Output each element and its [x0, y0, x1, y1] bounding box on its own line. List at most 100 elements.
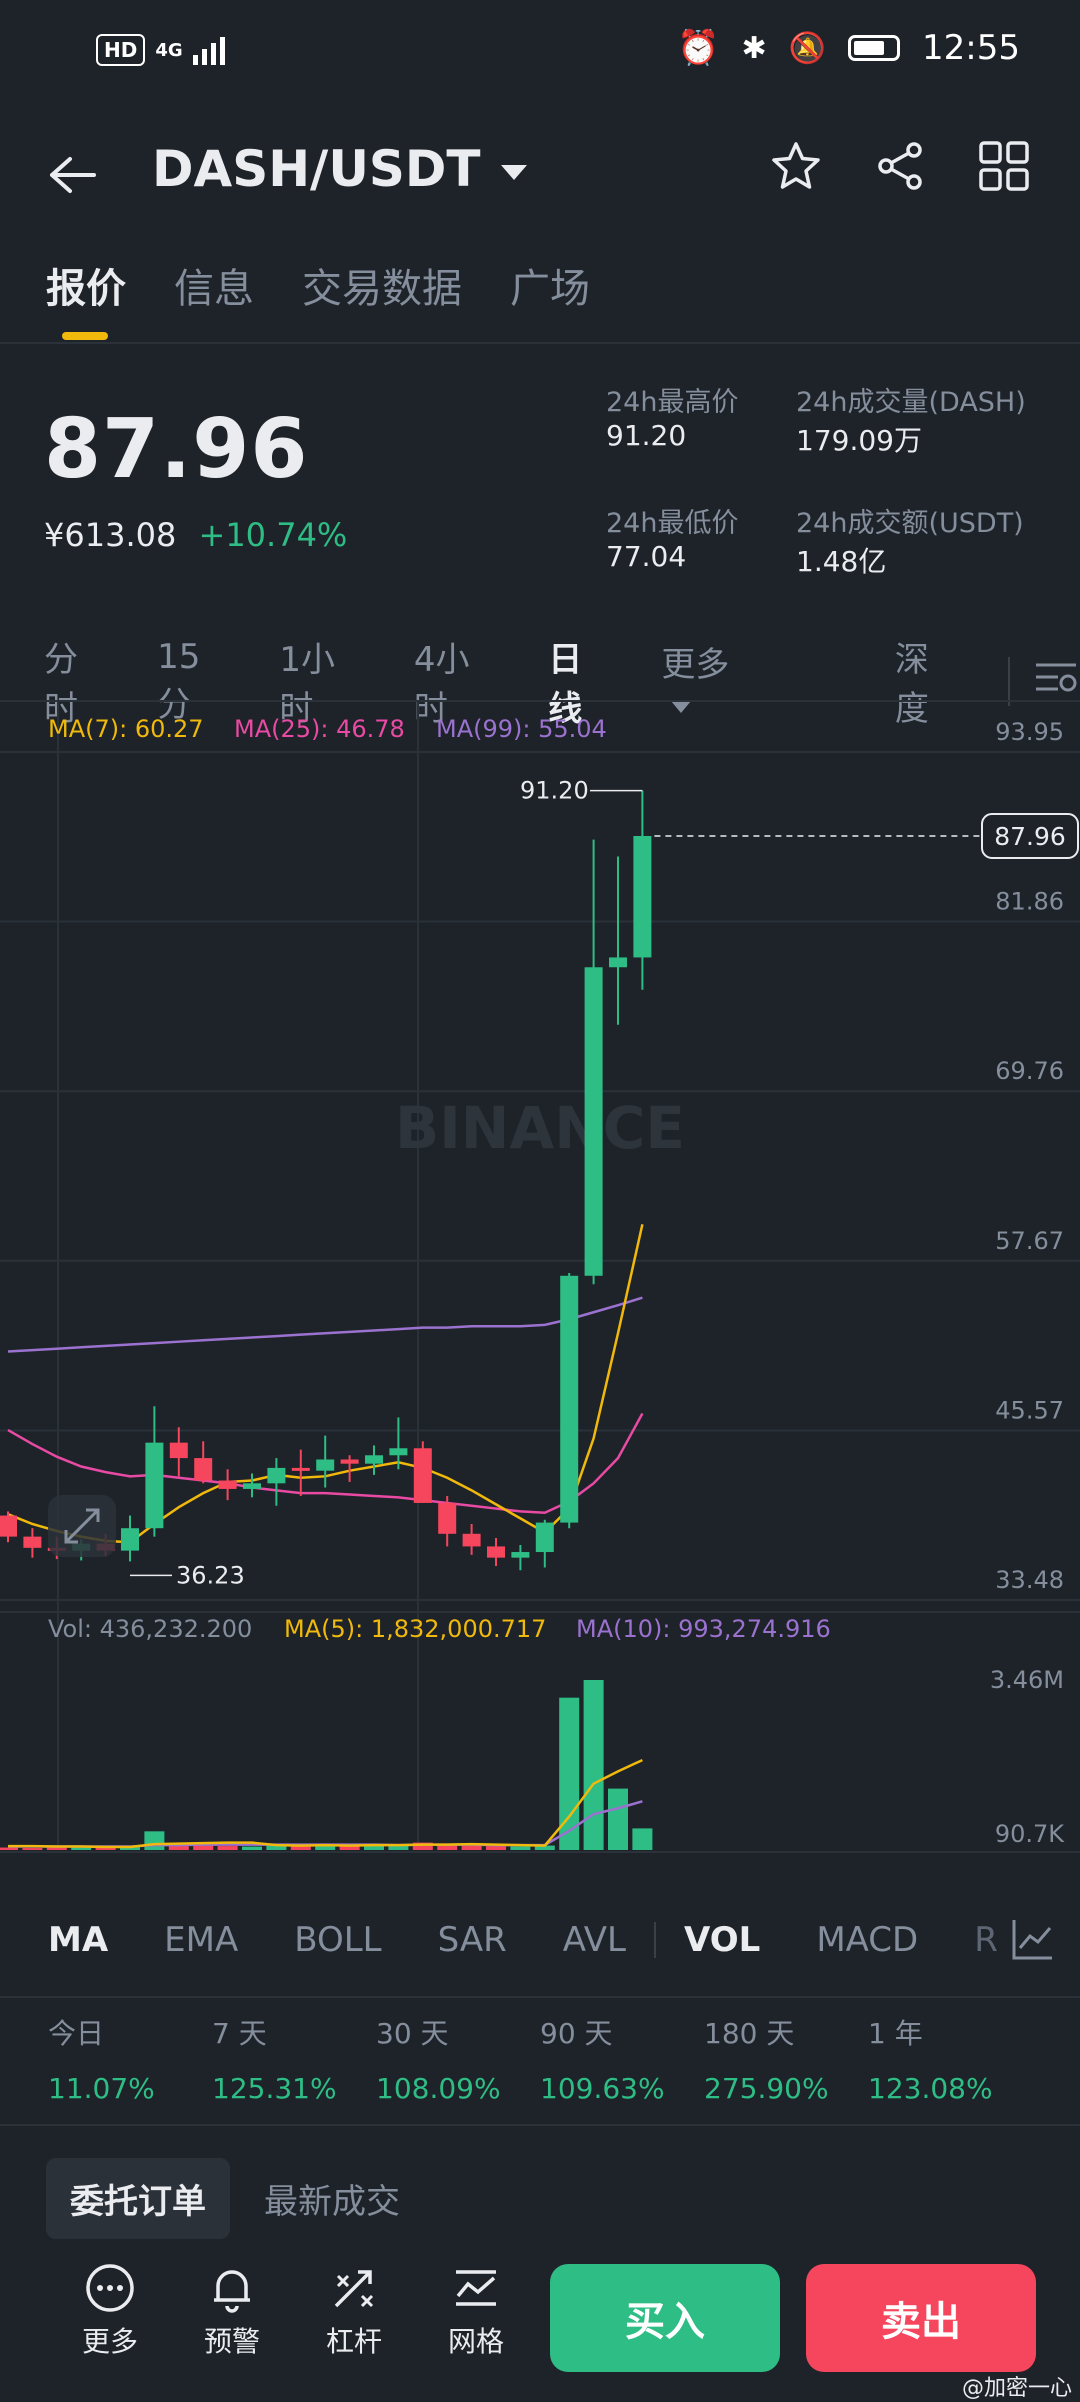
perf-label: 180 天	[704, 2017, 795, 2050]
y-tick-label: 45.57	[995, 1396, 1064, 1424]
indicator-tabs: MA EMA BOLL SAR AVL VOL MACD R	[48, 1920, 998, 1960]
nav-leverage[interactable]: 杠杆	[314, 2262, 394, 2360]
star-icon[interactable]	[770, 140, 822, 205]
high-marker-label: 91.20	[520, 777, 589, 805]
perf-label: 90 天	[540, 2017, 613, 2050]
y-tick-label: 81.86	[995, 888, 1064, 916]
vol-tick-label: 90.7K	[995, 1820, 1065, 1848]
volume-bar	[0, 1847, 18, 1850]
y-tick-label: 93.95	[995, 718, 1064, 746]
status-bar: HD 4G ⏰ ✱ 🔕 12:55	[0, 0, 1080, 100]
indicator-boll[interactable]: BOLL	[294, 1920, 381, 1960]
nav-grid[interactable]: 网格	[436, 2262, 516, 2360]
indicator-vol[interactable]: VOL	[684, 1920, 760, 1960]
share-icon[interactable]	[874, 140, 926, 205]
bottom-nav: 更多 预警 杠杆 网格	[70, 2262, 516, 2360]
performance-row: 今日 11.07% 7 天 125.31% 30 天 108.09% 90 天 109.…	[48, 2012, 1032, 2105]
sell-button[interactable]: 卖出	[806, 2264, 1036, 2372]
candle-body	[145, 1442, 164, 1529]
chevron-down-icon	[500, 164, 527, 180]
volume-bar	[217, 1846, 238, 1850]
order-tabs: 委托订单 最新成交	[46, 2158, 400, 2239]
candle-body	[633, 836, 652, 958]
more-dots-icon	[70, 2262, 150, 2320]
indicator-ma[interactable]: MA	[48, 1920, 108, 1960]
perf-value: 109.63%	[540, 2072, 665, 2105]
network-type: 4G	[155, 39, 183, 61]
nav-more[interactable]: 更多	[70, 2262, 150, 2360]
vol-tick-label: 3.46M	[990, 1666, 1064, 1694]
signal-icon	[192, 35, 225, 65]
low-label: 24h最低价	[606, 508, 739, 539]
nav-alert-label: 预警	[203, 2325, 260, 2358]
candle-body	[365, 1455, 383, 1464]
ma99-line	[7, 1296, 643, 1353]
volume-bar	[95, 1848, 116, 1850]
indicator-avl[interactable]: AVL	[563, 1920, 626, 1960]
perf-label: 7 天	[212, 2017, 267, 2050]
volume-bar	[632, 1828, 653, 1850]
header-actions	[770, 140, 1030, 205]
volume-bar	[46, 1847, 67, 1850]
ma-legend: MA(25): 46.78	[234, 715, 405, 743]
perf-value: 275.90%	[704, 2072, 829, 2105]
ma7-line	[7, 1224, 644, 1544]
perf-label: 30 天	[376, 2017, 449, 2050]
tab-open-orders[interactable]: 委托订单	[46, 2158, 230, 2239]
tab-trading-data[interactable]: 交易数据	[302, 256, 462, 314]
binance-watermark: BINANCE	[395, 1094, 685, 1162]
nav-more-label: 更多	[81, 2325, 138, 2358]
candle-body	[194, 1458, 213, 1481]
back-arrow-icon[interactable]	[48, 148, 98, 208]
amount-label: 24h成交额(USDT)	[796, 508, 1024, 539]
indicator-ema[interactable]: EMA	[164, 1920, 238, 1960]
grid-menu-icon[interactable]	[978, 140, 1030, 205]
indicator-settings-icon[interactable]	[1010, 1916, 1056, 1966]
last-price: 87.96	[44, 402, 309, 497]
pair-name: DASH/USDT	[152, 140, 481, 198]
active-tab-indicator	[62, 332, 108, 340]
indicator-divider	[654, 1922, 657, 1958]
candle-body	[169, 1442, 188, 1459]
candle-body	[462, 1533, 481, 1547]
grid-trading-icon	[436, 2262, 516, 2320]
volume-bar	[583, 1680, 604, 1850]
y-tick-label: 33.48	[995, 1566, 1064, 1594]
candle-body	[609, 957, 627, 968]
buy-button[interactable]: 买入	[550, 2264, 780, 2372]
volume-bar	[193, 1845, 214, 1850]
chart-settings-icon[interactable]	[1008, 656, 1080, 706]
indicator-r[interactable]: R	[974, 1920, 998, 1960]
vol-ma10-line	[8, 1800, 643, 1848]
cny-price: ¥613.08	[44, 516, 177, 554]
volume-bar	[461, 1845, 482, 1850]
bell-icon	[192, 2262, 272, 2320]
divider	[0, 342, 1080, 344]
bluetooth-icon: ✱	[741, 30, 767, 66]
indicator-macd[interactable]: MACD	[816, 1920, 918, 1960]
status-left: HD 4G	[96, 34, 225, 66]
volume-value: 179.09万	[796, 424, 922, 457]
indicator-sar[interactable]: SAR	[438, 1920, 507, 1960]
perf-value: 108.09%	[376, 2072, 501, 2105]
interval-more-label: 更多	[661, 644, 730, 685]
volume-bar	[608, 1788, 628, 1850]
clock: 12:55	[922, 28, 1020, 68]
tab-square[interactable]: 广场	[510, 256, 590, 314]
price-chart[interactable]: 93.95 81.86 69.76 57.67 45.57 33.48 BINANCE MA(…	[0, 700, 1080, 1860]
tab-latest-trades[interactable]: 最新成交	[264, 2174, 400, 2223]
divider	[0, 2124, 1080, 2126]
perf-value: 123.08%	[868, 2072, 993, 2105]
nav-alert[interactable]: 预警	[192, 2262, 272, 2360]
tab-quote[interactable]: 报价	[46, 256, 126, 314]
y-tick-label: 57.67	[995, 1227, 1064, 1255]
candle-body	[121, 1528, 139, 1551]
perf-label: 今日	[48, 2017, 105, 2050]
pair-selector[interactable]: DASH/USDT	[152, 140, 527, 198]
candle-body	[389, 1448, 408, 1456]
volume-bar	[22, 1848, 43, 1850]
candle-body	[438, 1502, 457, 1534]
tab-info[interactable]: 信息	[174, 256, 254, 314]
volume-bar	[510, 1846, 531, 1850]
current-price-label: 87.96	[994, 822, 1066, 851]
